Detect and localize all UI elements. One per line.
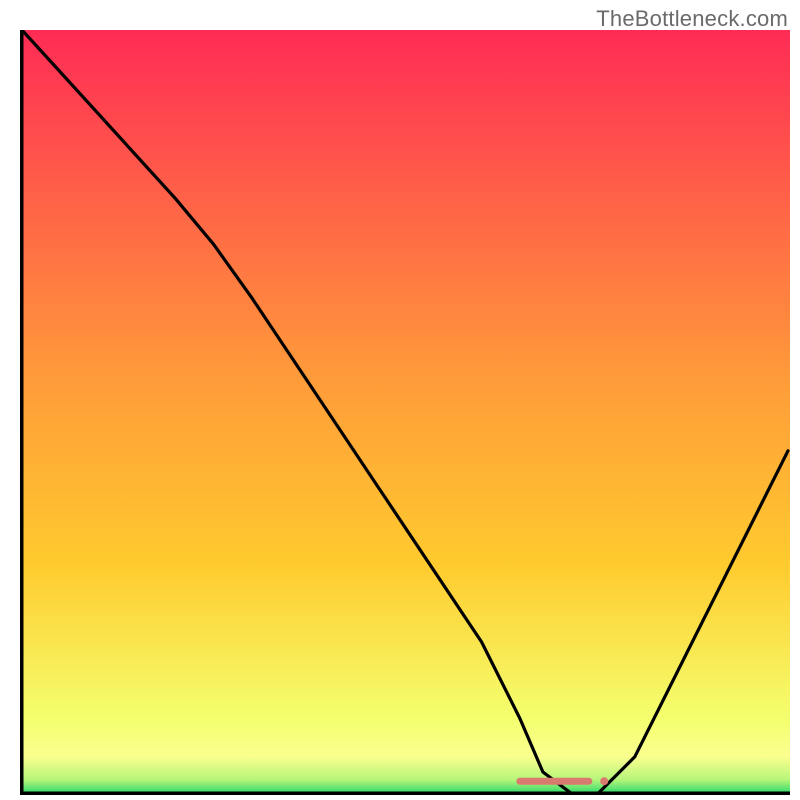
watermark-text: TheBottleneck.com [596, 6, 788, 32]
chart-container: TheBottleneck.com [0, 0, 800, 800]
bottleneck-chart [20, 30, 790, 795]
flat-region-endpoint-dot [600, 777, 608, 785]
plot-area [20, 30, 790, 795]
